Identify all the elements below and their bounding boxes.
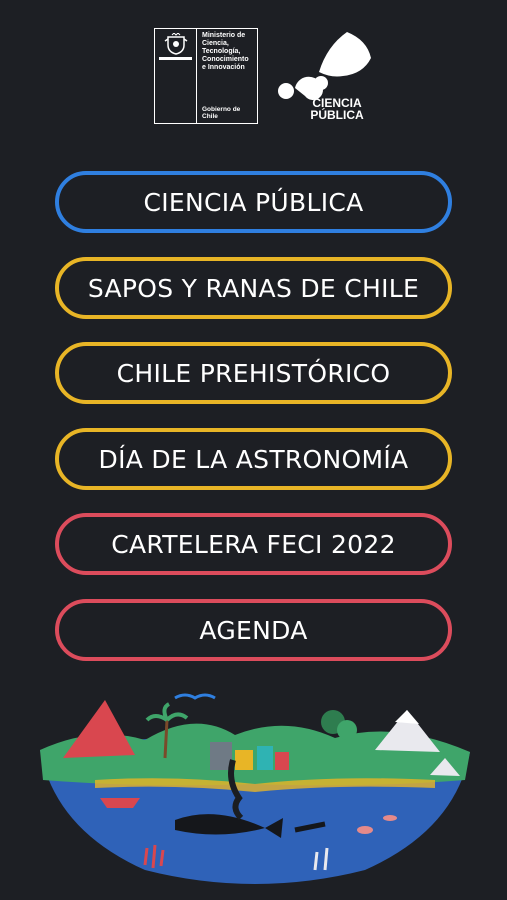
menu-button-label: AGENDA bbox=[199, 615, 308, 645]
gobierno-footer: Gobierno de Chile bbox=[202, 106, 241, 120]
menu-button-agenda[interactable]: AGENDA bbox=[55, 599, 452, 661]
ministry-name: Ministerio de Ciencia, Tecnología, Conoc… bbox=[202, 32, 249, 71]
menu-button-label: DÍA DE LA ASTRONOMÍA bbox=[98, 444, 409, 474]
menu-button-label: SAPOS Y RANAS DE CHILE bbox=[87, 273, 420, 303]
coat-of-arms-icon bbox=[164, 33, 188, 55]
flag-band bbox=[159, 57, 192, 60]
menu-button-chile-prehistorico[interactable]: CHILE PREHISTÓRICO bbox=[55, 342, 452, 404]
menu-button-label: CIENCIA PÚBLICA bbox=[143, 187, 364, 217]
menu-button-label: CARTELERA FECI 2022 bbox=[111, 529, 396, 559]
menu-button-ciencia-publica[interactable]: CIENCIA PÚBLICA bbox=[55, 171, 452, 233]
coat-of-arms-panel bbox=[155, 29, 197, 123]
chile-biodiversity-illustration bbox=[40, 693, 470, 884]
header-logos: Ministerio de Ciencia, Tecnología, Conoc… bbox=[0, 0, 507, 135]
menu-button-dia-astronomia[interactable]: DÍA DE LA ASTRONOMÍA bbox=[55, 428, 452, 490]
gobierno-de-chile-logo: Ministerio de Ciencia, Tecnología, Conoc… bbox=[154, 28, 258, 124]
menu-button-sapos-y-ranas[interactable]: SAPOS Y RANAS DE CHILE bbox=[55, 257, 452, 319]
menu-button-label: CHILE PREHISTÓRICO bbox=[116, 358, 391, 388]
ciencia-publica-wordmark: CIENCIA PÚBLICA bbox=[310, 96, 364, 122]
menu-button-cartelera-feci[interactable]: CARTELERA FECI 2022 bbox=[55, 513, 452, 575]
